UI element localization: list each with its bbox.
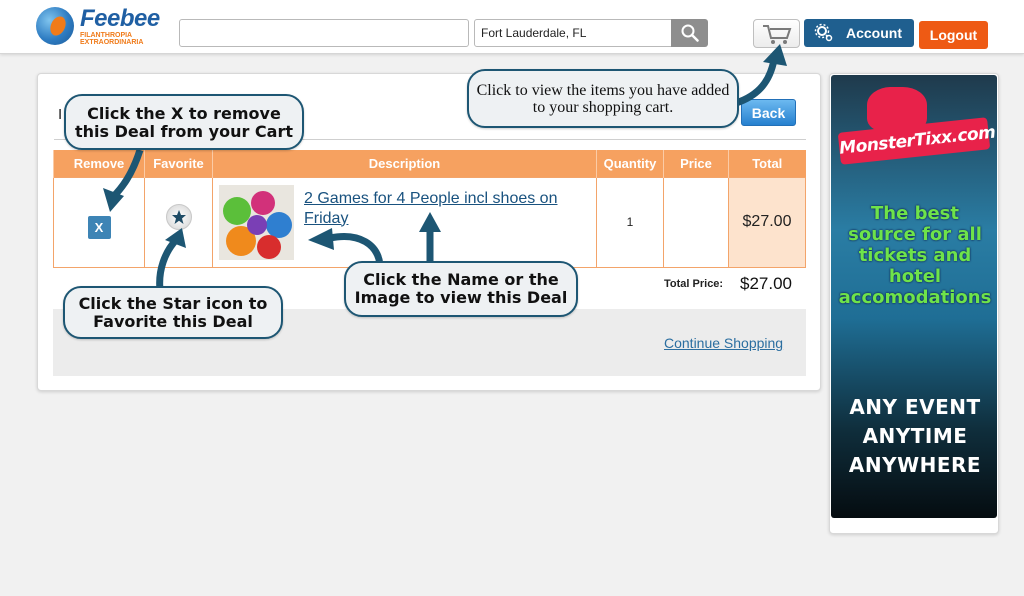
favorite-star-button[interactable] [165,204,192,230]
table-row: X 2 Games for 4 People incl shoes on Fri… [53,176,806,268]
deal-title-link[interactable]: 2 Games for 4 People incl shoes on Frida… [304,189,590,229]
total-price-value: $27.00 [740,274,792,293]
cart-table: Remove Favorite Description Quantity Pri… [53,150,806,268]
back-button[interactable]: Back [741,99,796,126]
feebee-logo[interactable]: Feebee FILANTHROPIA EXTRAORDINARIA [36,5,161,47]
column-header-favorite: Favorite [144,150,213,177]
bowling-balls-image [219,184,294,260]
shopping-cart-icon [762,24,791,44]
continue-shopping-link[interactable]: Continue Shopping [664,335,783,351]
table-header-row: Remove Favorite Description Quantity Pri… [53,150,806,177]
column-header-remove: Remove [53,150,145,177]
logo-name: Feebee [80,5,160,32]
remove-cell: X [53,176,145,268]
search-input[interactable] [179,19,469,47]
favorite-tip-callout: Click the Star icon to Favorite this Dea… [63,286,283,339]
logout-button[interactable]: Logout [919,21,988,49]
quantity-cell: 1 [596,176,664,268]
logo-mark-icon [36,7,74,45]
ad-box: MonsterTixx.com The best source for all … [829,73,999,534]
search-icon [681,24,699,42]
remove-button[interactable]: X [87,215,111,239]
total-cell: $27.00 [728,176,806,268]
price-cell [663,176,729,268]
location-input[interactable] [474,19,672,47]
account-label: Account [846,25,902,41]
top-header: Feebee FILANTHROPIA EXTRAORDINARIA Accou… [0,0,1024,54]
account-button[interactable]: Account [804,19,914,47]
ad-bottom-text: ANY EVENT ANYTIME ANYWHERE [848,395,982,477]
column-header-description: Description [212,150,597,177]
search-button[interactable] [671,19,708,47]
remove-tip-callout: Click the X to remove this Deal from you… [64,94,304,150]
gear-icon [814,23,833,42]
star-icon [171,210,186,224]
cart-tip-callout: Click to view the items you have added t… [467,69,739,128]
monstertixx-ad-banner[interactable]: MonsterTixx.com The best source for all … [831,75,997,518]
name-tip-callout: Click the Name or the Image to view this… [344,261,578,317]
cart-button[interactable] [753,19,800,48]
column-header-total: Total [728,150,806,177]
column-header-quantity: Quantity [596,150,664,177]
deal-image[interactable] [219,184,294,260]
favorite-cell [144,176,213,268]
description-cell: 2 Games for 4 People incl shoes on Frida… [212,176,597,268]
ad-logo-text: MonsterTixx.com [837,117,996,165]
column-header-price: Price [663,150,729,177]
total-price-label: Total Price: [664,278,724,290]
ad-tagline: The best source for all tickets and hote… [838,203,992,308]
logo-tagline: FILANTHROPIA EXTRAORDINARIA [80,32,144,46]
cart-heading: I [58,106,63,123]
